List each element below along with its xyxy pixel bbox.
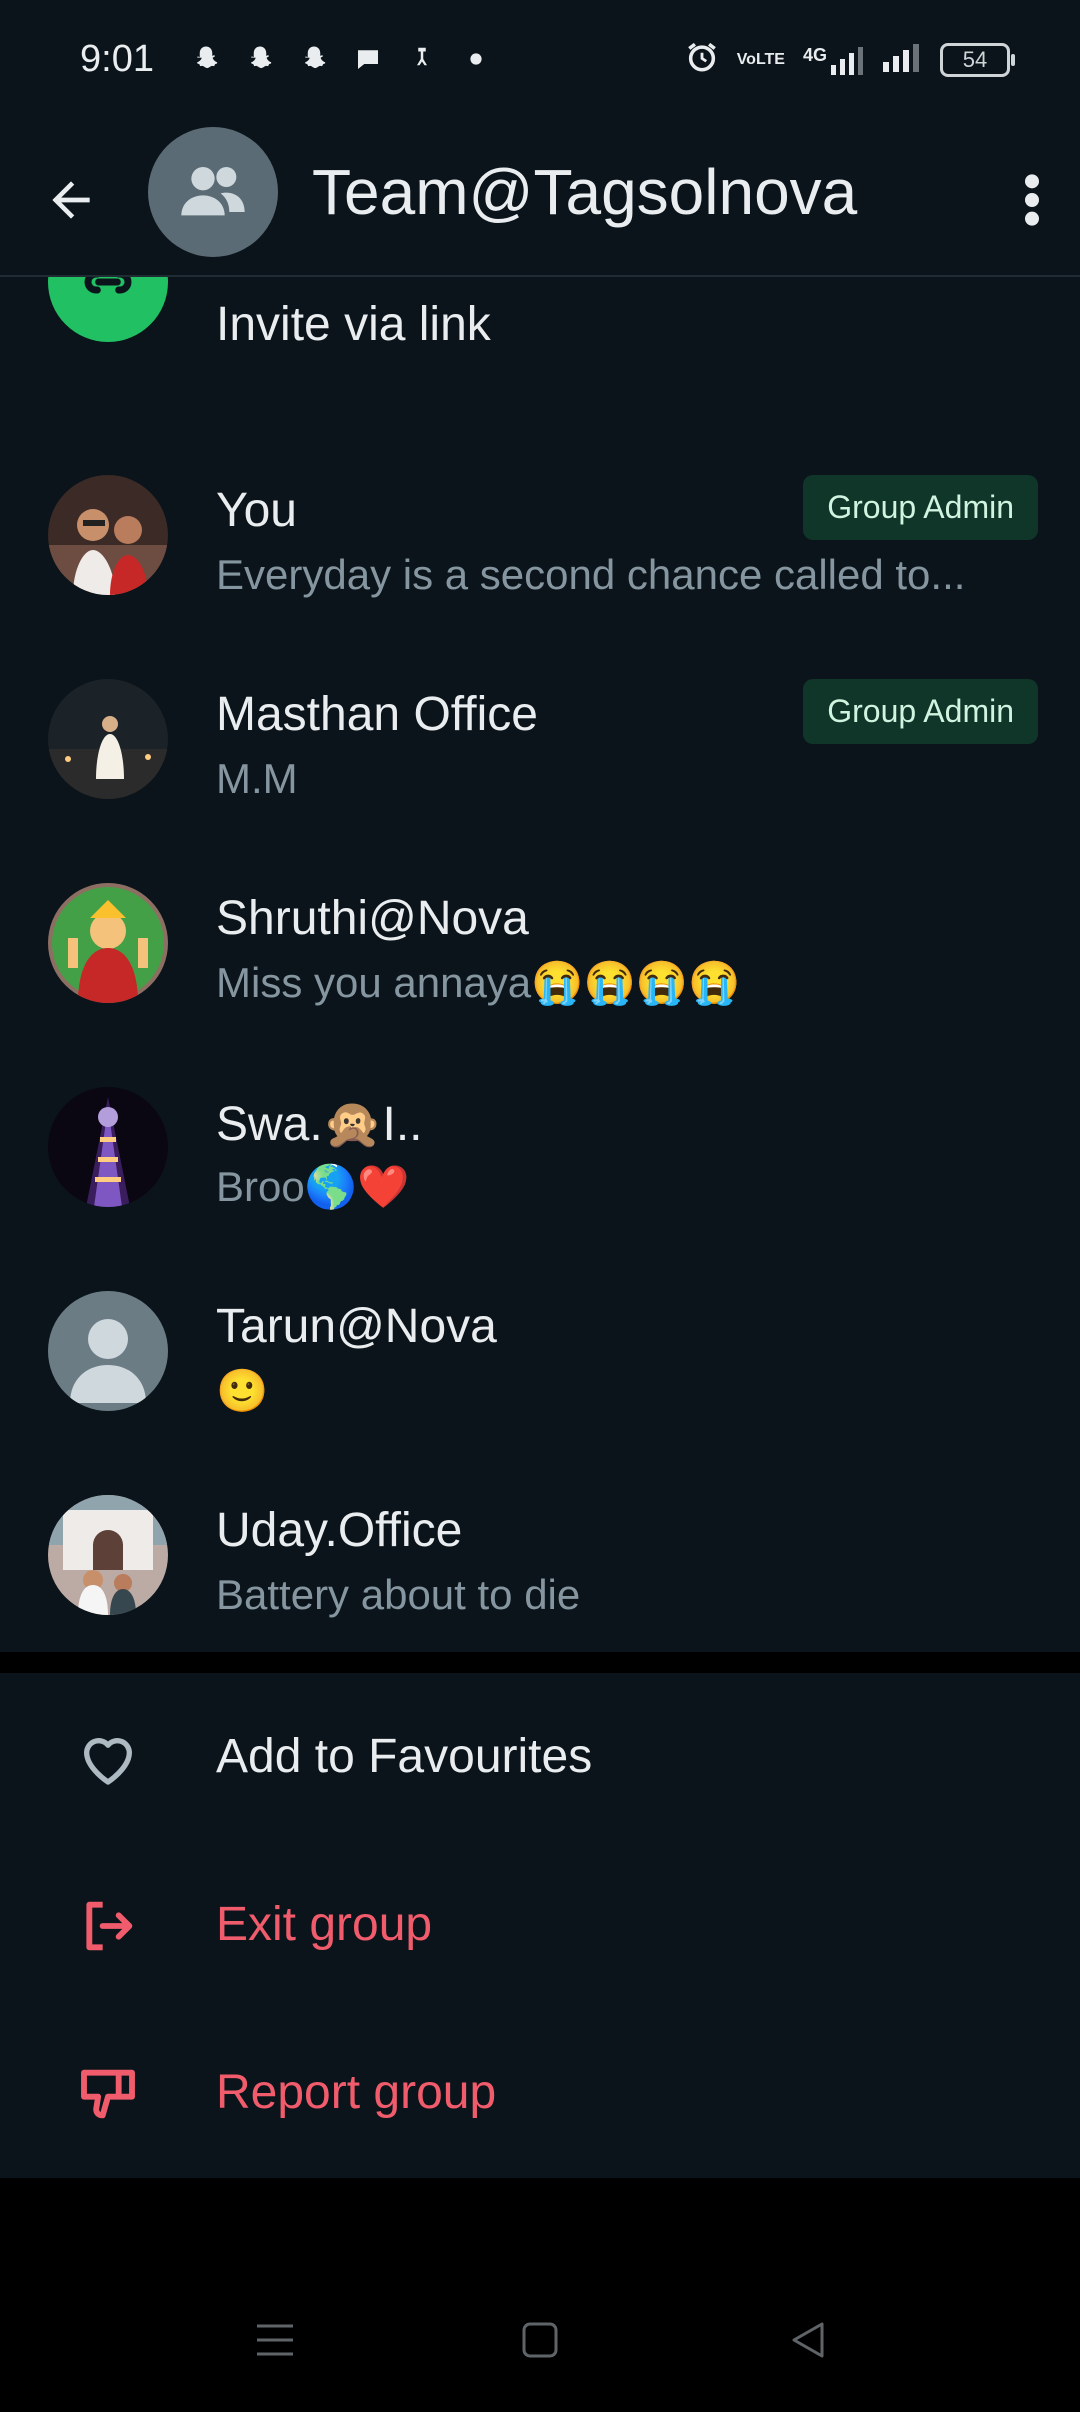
member-row-tarun-nova[interactable]: Tarun@Nova 🙂 <box>0 1249 1080 1453</box>
square-icon <box>522 2322 558 2358</box>
battery-icon: 54 <box>940 42 1015 77</box>
signal-icon <box>882 42 922 77</box>
exit-group-label: Exit group <box>216 1898 433 1951</box>
back-button[interactable] <box>36 165 106 235</box>
member-about: 🙂 <box>216 1367 269 1414</box>
network-type: 4G <box>802 44 827 65</box>
notification-icons <box>190 42 492 76</box>
status-bar: 9:01 VoLTE 4G 54 <box>0 0 1080 125</box>
member-name: Masthan Office <box>216 688 538 741</box>
more-vert-icon <box>1025 174 1039 226</box>
member-name: Swa.🙊I.. <box>216 1098 423 1151</box>
group-admin-badge: Group Admin <box>803 475 1038 540</box>
member-about: Miss you annaya😭😭😭😭 <box>216 959 741 1006</box>
status-time: 9:01 <box>80 38 154 80</box>
group-title[interactable]: Team@Tagsolnova <box>312 155 857 229</box>
invite-label: Invite via link <box>216 298 491 351</box>
back-nav-button[interactable] <box>768 2300 848 2380</box>
app-header: Team@Tagsolnova <box>0 125 1080 277</box>
member-name: Shruthi@Nova <box>216 892 529 945</box>
member-name: Tarun@Nova <box>216 1300 497 1353</box>
member-name: Uday.Office <box>216 1504 463 1557</box>
member-row-uday-office[interactable]: Uday.Office Battery about to die <box>0 1453 1080 1652</box>
group-actions: Add to Favourites Exit group Report grou… <box>0 1673 1080 2178</box>
menu-icon <box>257 2324 293 2356</box>
group-icon <box>181 167 245 216</box>
member-about: Battery about to die <box>216 1571 581 1618</box>
member-about: M.M <box>216 755 298 802</box>
alarm-icon <box>685 40 719 79</box>
member-about: Broo🌎❤️ <box>216 1163 410 1210</box>
avatar <box>48 1087 168 1207</box>
snapchat-icon <box>244 42 276 76</box>
arrow-left-icon <box>52 181 90 219</box>
home-button[interactable] <box>500 2300 580 2380</box>
chat-bubble-icon <box>352 42 384 76</box>
thumbs-down-icon <box>70 2059 146 2129</box>
avatar <box>48 883 168 1003</box>
group-avatar[interactable] <box>148 127 278 257</box>
more-options-button[interactable] <box>1002 165 1062 235</box>
exit-group-button[interactable]: Exit group <box>0 1841 1080 2009</box>
group-admin-badge: Group Admin <box>803 679 1038 744</box>
snapchat-icon <box>298 42 330 76</box>
avatar <box>48 679 168 799</box>
member-about: Everyday is a second chance called to... <box>216 551 966 598</box>
system-icons: VoLTE 4G 54 <box>685 40 1015 79</box>
dot-icon <box>460 42 492 76</box>
avatar <box>48 1495 168 1615</box>
triangle-back-icon <box>792 2322 824 2358</box>
volte-icon: VoLTE <box>736 50 785 68</box>
invite-via-link-row[interactable]: Invite via link <box>0 277 1080 377</box>
member-row-shruthi-nova[interactable]: Shruthi@Nova Miss you annaya😭😭😭😭 <box>0 841 1080 1045</box>
link-icon <box>84 277 132 294</box>
recent-apps-button[interactable] <box>235 2300 315 2380</box>
heart-icon <box>70 1723 146 1793</box>
screen: 9:01 VoLTE 4G 54 Team@Tagsolnova Invite … <box>0 0 1080 2412</box>
report-group-button[interactable]: Report group <box>0 2009 1080 2177</box>
exit-icon <box>70 1891 146 1961</box>
signal-4g-icon: 4G <box>803 45 864 75</box>
member-row-masthan-office[interactable]: Masthan Office Group Admin M.M <box>0 637 1080 841</box>
participants-list: Invite via link You Group Admin Everyday… <box>0 277 1080 1652</box>
avatar <box>48 475 168 595</box>
snapchat-icon <box>190 42 222 76</box>
system-nav-bar <box>0 2180 1080 2412</box>
member-row-you[interactable]: You Group Admin Everyday is a second cha… <box>0 433 1080 637</box>
invite-link-button[interactable] <box>48 277 168 342</box>
add-to-favourites-button[interactable]: Add to Favourites <box>0 1673 1080 1841</box>
scooter-icon <box>406 42 438 76</box>
member-name: You <box>216 484 297 537</box>
member-row-swa[interactable]: Swa.🙊I.. Broo🌎❤️ <box>0 1045 1080 1249</box>
report-group-label: Report group <box>216 2066 497 2119</box>
add-to-favourites-label: Add to Favourites <box>216 1730 593 1783</box>
default-avatar-icon <box>48 1291 168 1411</box>
